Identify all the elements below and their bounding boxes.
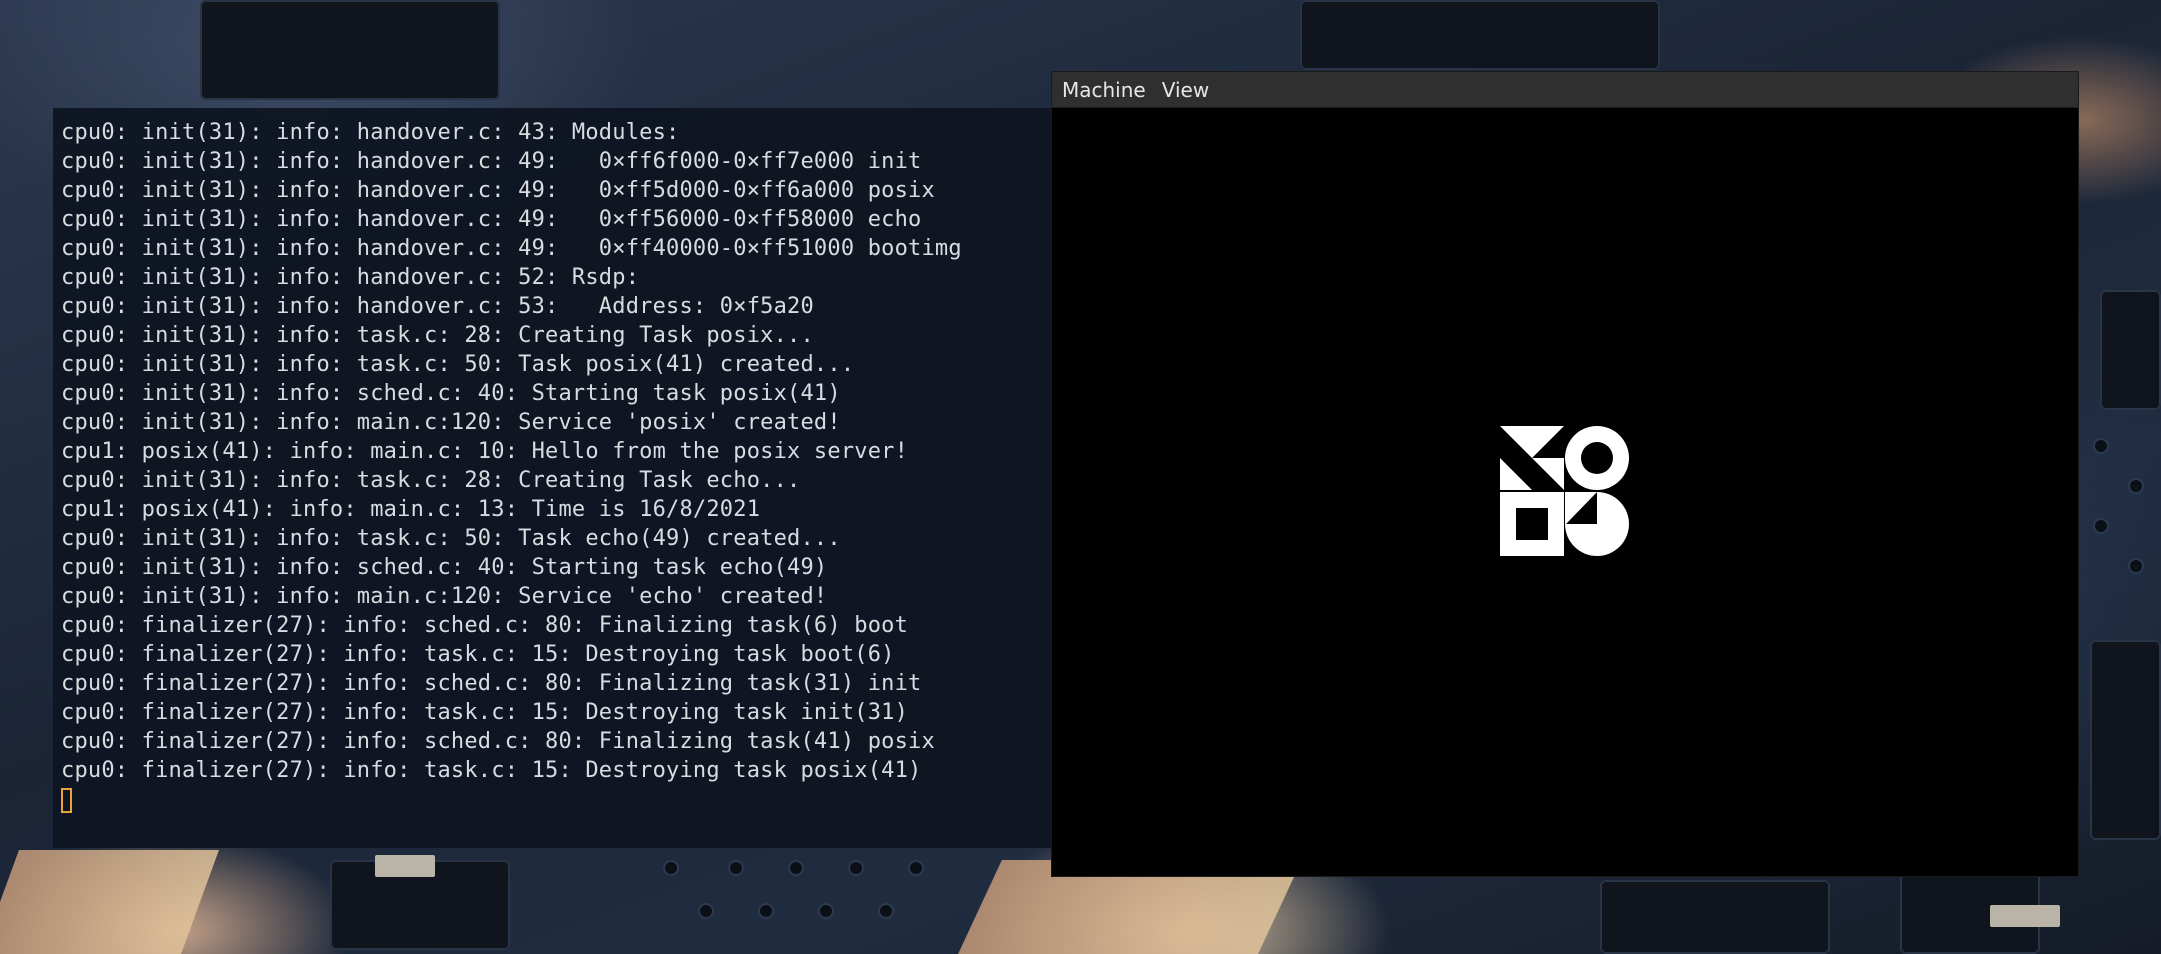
terminal-line: cpu1: posix(41): info: main.c: 13: Time … <box>61 497 761 522</box>
wallpaper-pad <box>1990 905 2060 927</box>
os-logo-icon <box>1500 426 1629 556</box>
wallpaper-chip <box>2090 640 2161 840</box>
vm-viewer-window[interactable]: Machine View <box>1052 72 2078 876</box>
terminal-window[interactable]: cpu0: init(31): info: handover.c: 43: Mo… <box>53 108 1055 848</box>
wallpaper-chip <box>1300 0 1660 70</box>
terminal-line: cpu0: finalizer(27): info: sched.c: 80: … <box>61 671 922 696</box>
wallpaper-via <box>820 905 832 917</box>
wallpaper-via <box>850 862 862 874</box>
menu-bar: Machine View <box>1052 72 2078 108</box>
wallpaper-chip <box>200 0 500 100</box>
terminal-line: cpu0: init(31): info: sched.c: 40: Start… <box>61 381 841 406</box>
menu-view[interactable]: View <box>1162 78 1209 102</box>
terminal-line: cpu0: init(31): info: handover.c: 52: Rs… <box>61 265 640 290</box>
terminal-line: cpu0: init(31): info: handover.c: 43: Mo… <box>61 120 680 145</box>
wallpaper-via <box>760 905 772 917</box>
terminal-output: cpu0: init(31): info: handover.c: 43: Mo… <box>61 118 1055 785</box>
terminal-line: cpu0: init(31): info: handover.c: 49: 0×… <box>61 236 962 261</box>
wallpaper-via <box>910 862 922 874</box>
terminal-line: cpu0: finalizer(27): info: task.c: 15: D… <box>61 700 909 725</box>
terminal-line: cpu0: finalizer(27): info: sched.c: 80: … <box>61 729 935 754</box>
wallpaper-via <box>790 862 802 874</box>
wallpaper-chip <box>2100 290 2161 410</box>
terminal-line: cpu0: finalizer(27): info: task.c: 15: D… <box>61 758 922 783</box>
menu-machine[interactable]: Machine <box>1062 78 1146 102</box>
terminal-line: cpu0: init(31): info: main.c:120: Servic… <box>61 410 841 435</box>
terminal-line: cpu0: init(31): info: handover.c: 53: Ad… <box>61 294 814 319</box>
wallpaper-via <box>730 862 742 874</box>
wallpaper-via <box>880 905 892 917</box>
wallpaper-via <box>2130 480 2142 492</box>
text-cursor <box>61 788 72 813</box>
wallpaper-via <box>700 905 712 917</box>
wallpaper-via <box>2095 520 2107 532</box>
terminal-line: cpu0: init(31): info: sched.c: 40: Start… <box>61 555 828 580</box>
wallpaper-highlight <box>0 850 219 954</box>
terminal-line: cpu0: init(31): info: handover.c: 49: 0×… <box>61 207 922 232</box>
terminal-line: cpu1: posix(41): info: main.c: 10: Hello… <box>61 439 909 464</box>
terminal-line: cpu0: init(31): info: main.c:120: Servic… <box>61 584 828 609</box>
vm-display[interactable] <box>1052 108 2078 876</box>
terminal-line: cpu0: init(31): info: task.c: 28: Creati… <box>61 468 801 493</box>
terminal-prompt-line[interactable] <box>61 785 1055 814</box>
terminal-line: cpu0: init(31): info: handover.c: 49: 0×… <box>61 178 935 203</box>
terminal-line: cpu0: init(31): info: handover.c: 49: 0×… <box>61 149 922 174</box>
terminal-line: cpu0: init(31): info: task.c: 28: Creati… <box>61 323 814 348</box>
terminal-line: cpu0: init(31): info: task.c: 50: Task p… <box>61 352 855 377</box>
wallpaper-via <box>665 862 677 874</box>
terminal-line: cpu0: finalizer(27): info: sched.c: 80: … <box>61 613 909 638</box>
wallpaper-via <box>2095 440 2107 452</box>
wallpaper-via <box>2130 560 2142 572</box>
wallpaper-pad <box>375 855 435 877</box>
terminal-line: cpu0: init(31): info: task.c: 50: Task e… <box>61 526 841 551</box>
wallpaper-chip <box>1600 880 1830 954</box>
terminal-line: cpu0: finalizer(27): info: task.c: 15: D… <box>61 642 895 667</box>
